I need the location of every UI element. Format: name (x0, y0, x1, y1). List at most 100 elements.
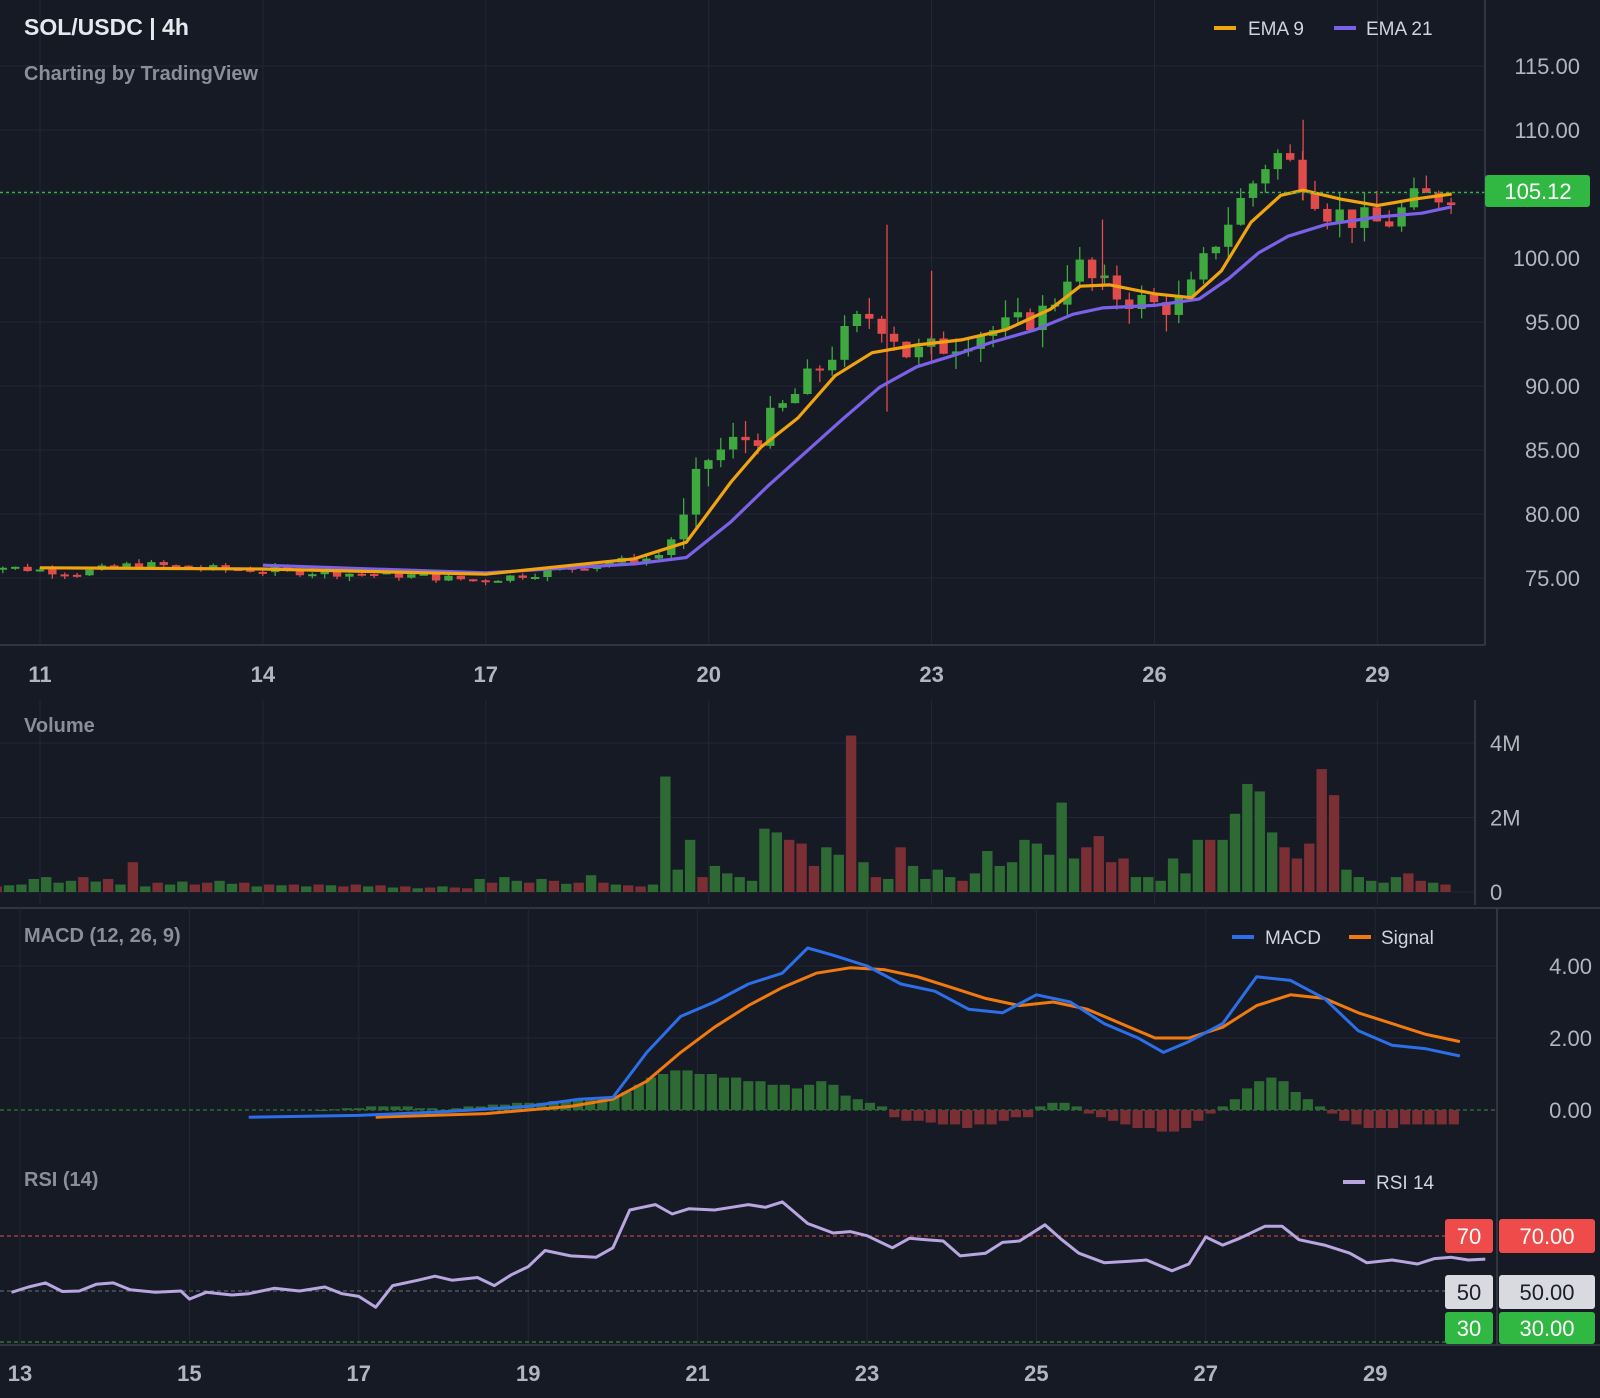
volume-bar-68 (808, 865, 820, 892)
volume-bar-74 (883, 878, 894, 892)
volume-bar-93 (1118, 858, 1129, 892)
rsi-axis-70-label: 70.00 (1519, 1224, 1574, 1249)
volume-bar-42 (486, 882, 498, 892)
rsi-level-30-badge-label: 30 (1457, 1316, 1481, 1341)
volume-bar-20 (214, 880, 225, 892)
macd-hist-bar-84 (1339, 1110, 1350, 1121)
volume-bar-43 (499, 877, 510, 892)
macd-hist-bar-74 (1217, 1106, 1228, 1110)
volume-bar-22 (239, 882, 250, 892)
macd-hist-bar-72 (1193, 1110, 1204, 1121)
macd-hist-bar-49 (913, 1110, 924, 1121)
macd-hist-bar-67 (1132, 1110, 1143, 1128)
rsi-x-tick-1: 15 (177, 1361, 201, 1386)
volume-bar-50 (585, 875, 597, 892)
candle-body-24 (258, 571, 267, 574)
volume-bar-17 (177, 881, 188, 892)
volume-bar-36 (412, 888, 423, 892)
macd-hist-bar-48 (901, 1110, 912, 1121)
candle-body-58 (679, 514, 688, 540)
volume-bar-5 (28, 878, 39, 892)
volume-bar-107 (1291, 858, 1303, 892)
macd-hist-bar-35 (743, 1081, 754, 1110)
volume-bar-99 (1192, 839, 1204, 892)
volume-bar-54 (635, 886, 646, 892)
macd-hist-bar-86 (1363, 1110, 1374, 1128)
volume-bar-31 (350, 884, 361, 892)
time-x-tick-5: 26 (1142, 662, 1166, 687)
candle-body-76 (902, 341, 911, 358)
macd-hist-bar-37 (767, 1084, 778, 1110)
macd-hist-bar-43 (840, 1095, 851, 1110)
macd-hist-bar-71 (1181, 1110, 1192, 1128)
candle-body-116 (1397, 207, 1406, 227)
volume-bar-102 (1229, 813, 1241, 892)
volume-bar-14 (140, 886, 151, 892)
volume-bar-114 (1378, 882, 1389, 892)
candle-body-105 (1261, 169, 1270, 184)
candle-body-46 (530, 577, 540, 580)
volume-bar-24 (263, 884, 275, 892)
macd-hist-bar-57 (1010, 1110, 1021, 1118)
candle-body-106 (1273, 153, 1283, 170)
candle-body-59 (691, 468, 701, 515)
volume-bar-52 (610, 884, 622, 892)
macd-hist-bar-38 (779, 1084, 790, 1110)
rsi-x-tick-0: 13 (8, 1361, 32, 1386)
legend-label-ema21: EMA 21 (1366, 19, 1433, 40)
volume-bar-8 (65, 880, 77, 892)
candle-body-115 (1385, 221, 1394, 227)
rsi-x-tick-8: 29 (1363, 1361, 1387, 1386)
volume-bar-117 (1415, 880, 1426, 892)
volume-bar-45 (523, 882, 535, 892)
volume-bar-15 (152, 882, 163, 892)
macd-hist-bar-60 (1047, 1102, 1058, 1110)
volume-bar-73 (870, 877, 882, 892)
macd-hist-bar-56 (998, 1110, 1009, 1121)
macd-hist-bar-53 (962, 1110, 973, 1128)
volume-bar-75 (895, 847, 906, 892)
volume-bar-27 (301, 886, 312, 892)
volume-bar-97 (1167, 858, 1179, 892)
volume-bar-41 (474, 878, 485, 892)
legend-label-macd: MACD (1265, 928, 1321, 949)
macd-hist-bar-69 (1156, 1110, 1167, 1132)
volume-bar-76 (907, 865, 919, 892)
candle-body-42 (481, 580, 490, 583)
macd-hist-bar-36 (755, 1081, 766, 1110)
trading-chart[interactable]: 75.0080.0085.0090.0095.00100.00110.00115… (0, 0, 1600, 1398)
volume-bar-64 (759, 828, 770, 892)
volume-bar-53 (623, 885, 634, 892)
candle-body-43 (493, 580, 503, 583)
candle-body-103 (1236, 197, 1245, 225)
macd-hist-bar-55 (986, 1110, 997, 1125)
rsi-level-70-badge-label: 70 (1457, 1224, 1481, 1249)
candle-body-66 (778, 403, 787, 408)
time-x-tick-0: 11 (28, 662, 51, 687)
macd-hist-bar-7 (402, 1106, 413, 1110)
rsi-axis-50-label: 50.00 (1519, 1280, 1574, 1305)
volume-bar-55 (647, 884, 659, 892)
macd-hist-bar-39 (791, 1088, 803, 1110)
volume-bar-94 (1130, 877, 1142, 892)
macd-hist-bar-4 (366, 1106, 377, 1110)
volume-bar-6 (41, 877, 52, 892)
candle-body-38 (431, 573, 441, 581)
volume-bar-70 (833, 854, 844, 892)
macd-hist-bar-77 (1254, 1081, 1265, 1110)
candle-body-73 (865, 313, 874, 319)
rsi-level-50-badge-label: 50 (1457, 1280, 1481, 1305)
volume-bar-82 (982, 851, 993, 892)
volume-bar-13 (127, 862, 139, 892)
volume-bar-113 (1366, 880, 1377, 892)
rsi-level-30-tags: 30 30.00 (1445, 1312, 1595, 1344)
macd-hist-bar-54 (974, 1110, 985, 1125)
macd-hist-bar-28 (658, 1074, 669, 1110)
volume-bar-19 (201, 882, 213, 892)
macd-hist-bar-42 (828, 1084, 839, 1110)
candle-body-28 (308, 574, 317, 577)
price-y-tick-0: 75.00 (1525, 566, 1580, 591)
candle-body-15 (147, 562, 156, 568)
price-y-tick-5: 100.00 (1513, 246, 1580, 271)
macd-hist-bar-61 (1059, 1102, 1070, 1110)
